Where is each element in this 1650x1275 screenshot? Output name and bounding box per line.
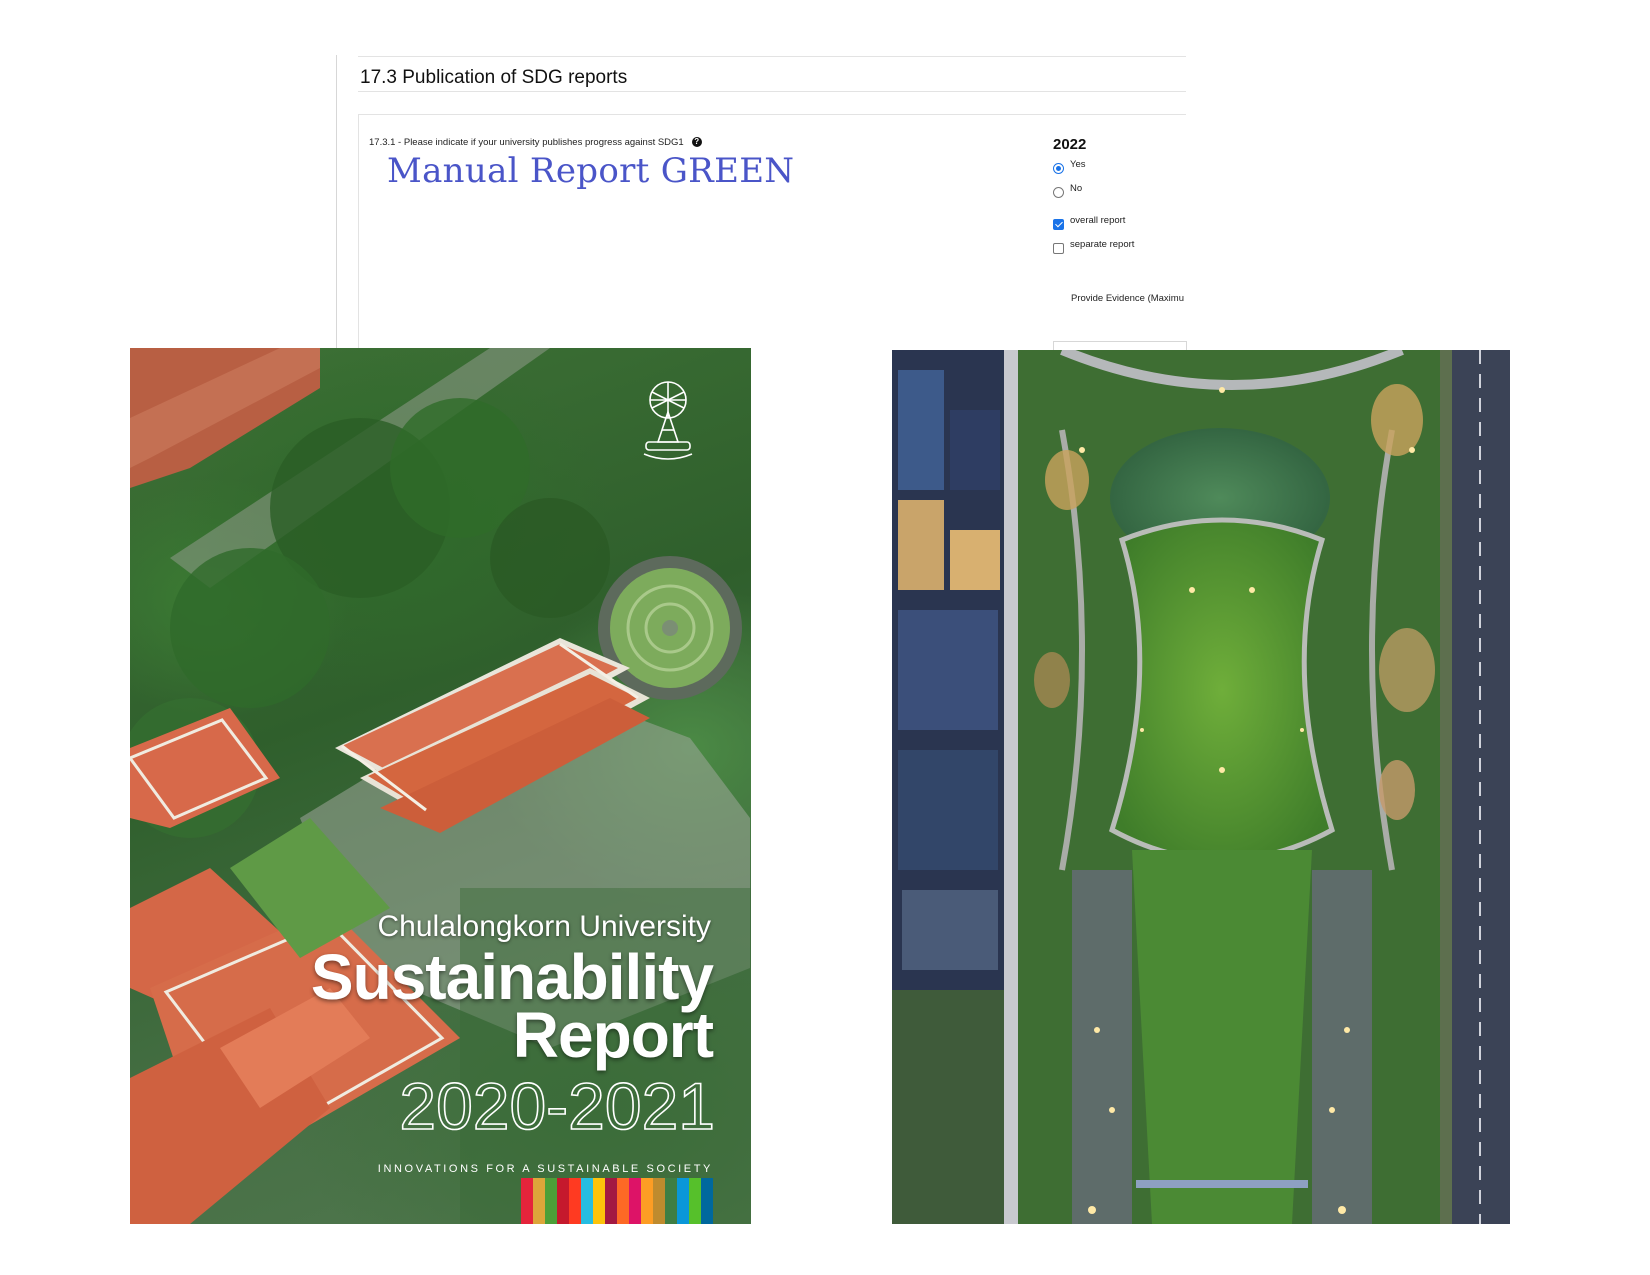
yes-label: Yes — [1070, 159, 1086, 170]
option-overall-report[interactable]: overall report — [1053, 215, 1125, 230]
sdg-color-bar — [521, 1178, 713, 1224]
year-label: 2022 — [1053, 136, 1087, 153]
no-radio[interactable] — [1053, 187, 1064, 198]
yes-radio[interactable] — [1053, 163, 1064, 174]
handwritten-annotation: Manual Report GREEN — [387, 151, 795, 191]
question-text: 17.3.1 - Please indicate if your univers… — [369, 137, 684, 148]
sdg-stripe — [617, 1178, 629, 1224]
sdg-stripe — [653, 1178, 665, 1224]
option-no[interactable]: No — [1053, 183, 1082, 198]
section-title: 17.3 Publication of SDG reports — [360, 67, 628, 88]
cover-tagline: INNOVATIONS FOR A SUSTAINABLE SOCIETY — [377, 1163, 713, 1175]
overall-report-checkbox[interactable] — [1053, 219, 1064, 230]
sdg-stripe — [665, 1178, 677, 1224]
sdg-stripe — [701, 1178, 713, 1224]
cover-years: 2020-2021 — [399, 1068, 716, 1144]
section-header: 17.3 Publication of SDG reports — [358, 56, 1186, 92]
separate-report-label: separate report — [1070, 239, 1135, 250]
sdg-stripe — [569, 1178, 581, 1224]
sdg-stripe — [557, 1178, 569, 1224]
cover-university-name: Chulalongkorn University — [377, 910, 712, 943]
sdg-stripe — [677, 1178, 689, 1224]
panel-divider — [336, 55, 337, 355]
sdg-form-panel: 17.3 Publication of SDG reports 17.3.1 -… — [0, 0, 1650, 355]
question-card: 17.3.1 - Please indicate if your univers… — [358, 114, 1187, 355]
sdg-stripe — [545, 1178, 557, 1224]
park-aerial-art — [892, 350, 1510, 1224]
sdg-stripe — [629, 1178, 641, 1224]
option-yes[interactable]: Yes — [1053, 159, 1086, 174]
question-circle-icon[interactable]: ? — [691, 137, 702, 148]
evidence-label: Provide Evidence (Maximu — [1071, 293, 1184, 304]
university-emblem-icon — [643, 381, 693, 460]
sdg-stripe — [641, 1178, 653, 1224]
park-aerial-photo — [892, 350, 1510, 1224]
report-cover-image: Chulalongkorn University Sustainability … — [130, 348, 751, 1224]
sdg-stripe — [605, 1178, 617, 1224]
sdg-stripe — [581, 1178, 593, 1224]
overall-report-label: overall report — [1070, 215, 1126, 226]
sdg-stripe — [533, 1178, 545, 1224]
sdg-stripe — [689, 1178, 701, 1224]
option-separate-report[interactable]: separate report — [1053, 239, 1134, 254]
sdg-stripe — [521, 1178, 533, 1224]
cover-title-line2: Report — [512, 999, 714, 1071]
separate-report-checkbox[interactable] — [1053, 243, 1064, 254]
sdg-stripe — [593, 1178, 605, 1224]
no-label: No — [1070, 183, 1083, 194]
question-text-row: 17.3.1 - Please indicate if your univers… — [369, 137, 702, 148]
